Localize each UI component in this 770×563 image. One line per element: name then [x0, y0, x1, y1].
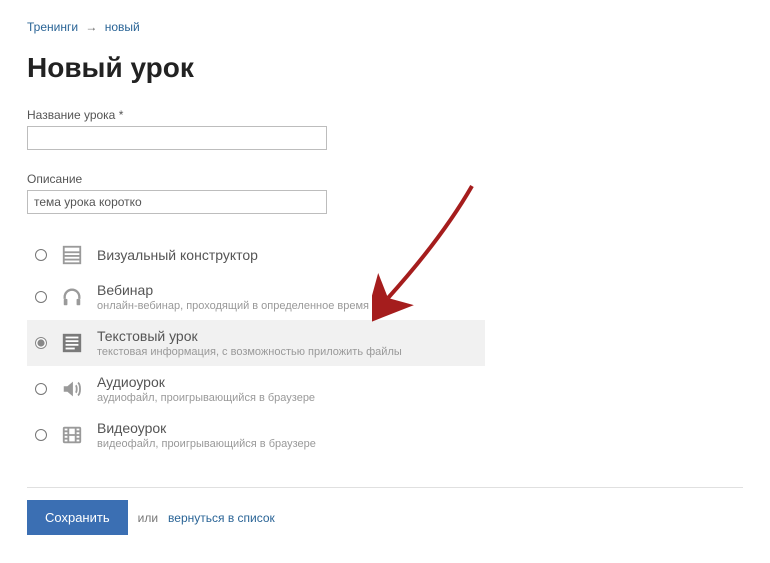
- lesson-type-subtitle: текстовая информация, с возможностью при…: [97, 346, 402, 358]
- lesson-type-title: Текстовый урок: [97, 328, 402, 344]
- lesson-type-audio[interactable]: Аудиоурок аудиофайл, проигрывающийся в б…: [27, 366, 485, 412]
- breadcrumb: Тренинги → новый: [27, 0, 770, 34]
- lesson-type-video[interactable]: Видеоурок видеофайл, проигрывающийся в б…: [27, 412, 485, 458]
- lesson-type-text[interactable]: Текстовый урок текстовая информация, с в…: [27, 320, 485, 366]
- layout-icon: [61, 244, 83, 266]
- page-title: Новый урок: [27, 52, 770, 84]
- breadcrumb-separator: →: [85, 20, 97, 34]
- footer-or-text: или: [138, 511, 158, 525]
- lesson-type-visual-radio[interactable]: [35, 249, 47, 261]
- lesson-type-title: Аудиоурок: [97, 374, 315, 390]
- lesson-type-title: Видеоурок: [97, 420, 316, 436]
- lesson-type-webinar-radio[interactable]: [35, 291, 47, 303]
- film-icon: [61, 424, 83, 446]
- lesson-desc-label: Описание: [27, 172, 770, 186]
- volume-icon: [61, 378, 83, 400]
- lesson-type-subtitle: видеофайл, проигрывающийся в браузере: [97, 438, 316, 450]
- text-document-icon: [61, 332, 83, 354]
- lesson-name-input[interactable]: [27, 126, 327, 150]
- breadcrumb-new-link[interactable]: новый: [105, 20, 140, 34]
- save-button[interactable]: Сохранить: [27, 500, 128, 535]
- lesson-type-title: Визуальный конструктор: [97, 247, 258, 263]
- lesson-desc-group: Описание: [27, 172, 770, 214]
- lesson-desc-input[interactable]: [27, 190, 327, 214]
- lesson-name-label: Название урока *: [27, 108, 770, 122]
- lesson-type-title: Вебинар: [97, 282, 369, 298]
- lesson-type-video-radio[interactable]: [35, 429, 47, 441]
- lesson-type-webinar[interactable]: Вебинар онлайн-вебинар, проходящий в опр…: [27, 274, 485, 320]
- lesson-name-group: Название урока *: [27, 108, 770, 150]
- headphones-icon: [61, 286, 83, 308]
- lesson-type-text-radio[interactable]: [35, 337, 47, 349]
- lesson-type-visual[interactable]: Визуальный конструктор: [27, 236, 485, 274]
- footer-bar: Сохранить или вернуться в список: [27, 487, 743, 535]
- lesson-type-subtitle: аудиофайл, проигрывающийся в браузере: [97, 392, 315, 404]
- breadcrumb-trainings-link[interactable]: Тренинги: [27, 20, 78, 34]
- back-to-list-link[interactable]: вернуться в список: [168, 511, 275, 525]
- lesson-type-list: Визуальный конструктор Вебинар онлайн-ве…: [27, 236, 485, 458]
- lesson-type-audio-radio[interactable]: [35, 383, 47, 395]
- lesson-type-subtitle: онлайн-вебинар, проходящий в определенно…: [97, 300, 369, 312]
